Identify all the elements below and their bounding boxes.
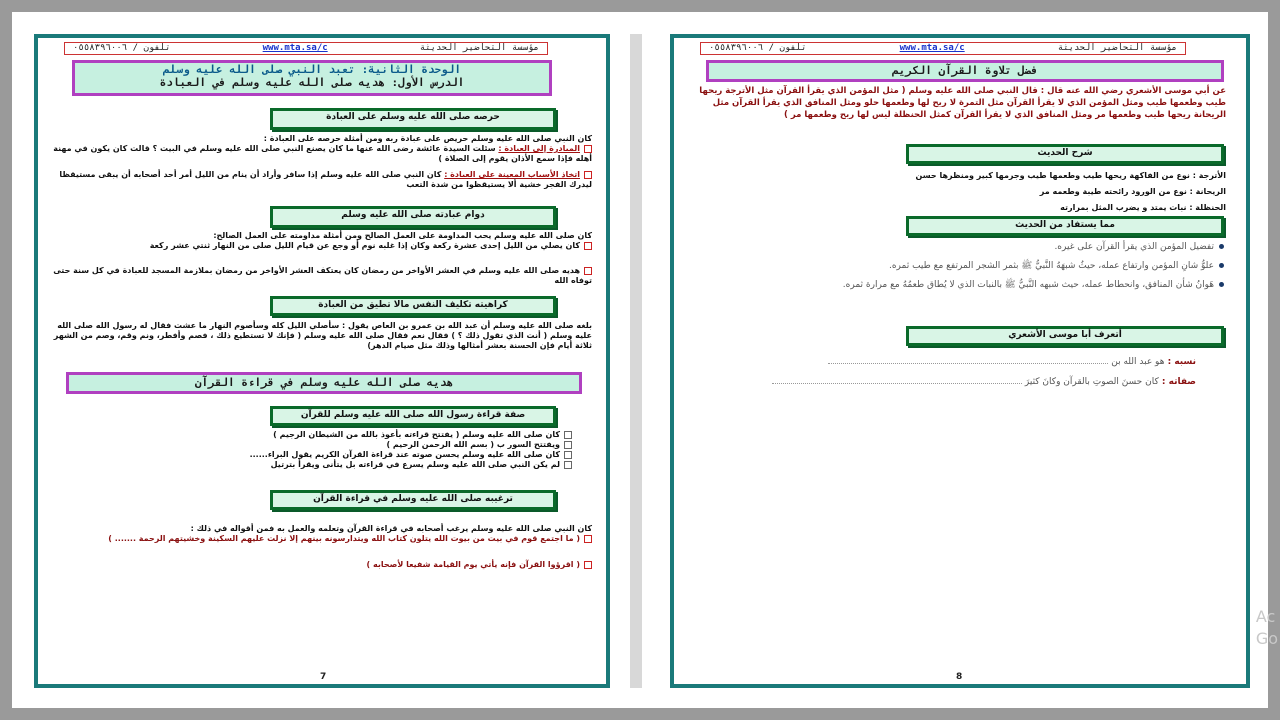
unit-title-box: الوحدة الثانية: تعبد النبي صلى الله عليه… [72,60,552,96]
header-phone: تلفون / ٠٥٥٨٣٩٦٠٠٦ [73,43,171,53]
list-item: كان صلى الله عليه وسلم يحسن صوته عند قرا… [52,450,572,460]
paragraph: كان النبي صلى الله عليه وسلم يرغب أصحابه… [190,524,592,533]
watermark-text: Ac Go [1256,606,1278,650]
header-org: مؤسسة التحاضير الحديثة [1057,43,1177,53]
bullet-item: ( ما اجتمع قوم في بيت من بيوت الله يتلون… [52,534,592,544]
benefits-list: تفضيل المؤمن الذي يقرأ القرآن على غيره. … [696,240,1224,293]
list-item-text: تفضيل المؤمن الذي يقرأ القرآن على غيره. [1054,242,1214,252]
bullet-icon [584,560,592,569]
list-item: تفضيل المؤمن الذي يقرأ القرآن على غيره. [696,240,1224,255]
header-site-link[interactable]: www.mta.sa/c [263,43,328,54]
page-number: 8 [956,672,963,682]
bio-line: نسبه : هو عبد الله بن [696,352,1196,372]
bullet-icon [1219,244,1224,249]
list-item: الحنظلة : نبات يمتد و يضرب المثل بمرارته [1060,203,1226,212]
checkbox-list: كان صلى الله عليه وسلم ( يفتتح قراءته بأ… [52,430,572,470]
bullet-item: هديه صلى الله عليه وسلم في العشر الأواخر… [52,266,592,286]
paragraph: كان النبي صلى الله عليه وسلم حريص على عب… [263,134,592,143]
section-heading: مما يستفاد من الحديث [906,216,1224,236]
watermark-line: Ac [1255,607,1276,626]
section-title: فضل تلاوة القرآن الكريم [892,64,1038,77]
list-item-text: علوُّ شانِ المؤمن وارتفاع عمله، حيثُ شبه… [888,261,1214,271]
list-item: لم يكن النبي صلى الله عليه وسلم يسرع في … [52,460,572,470]
list-item: كان صلى الله عليه وسلم ( يفتتح قراءته بأ… [52,430,572,440]
bullet-icon [584,144,592,153]
section-heading: حرصه صلى الله عليه وسلم على العبادة [270,108,556,130]
watermark-line: Go [1255,629,1278,648]
list-item-text: كان صلى الله عليه وسلم ( يفتتح قراءته بأ… [273,430,560,439]
header-site-link[interactable]: www.mta.sa/c [900,43,965,54]
bio-value: هو عبد الله بن [1111,357,1165,367]
lesson-title: الدرس الأول: هديه صلى الله عليه وسلم في … [159,76,465,89]
section-heading: كراهيته تكليف النفس مالا تطيق من العبادة [270,296,556,316]
list-item: هَوانُ شأن المنافق، وانحطاط عمله، حيث شب… [696,278,1224,293]
book-spine [630,34,642,688]
paragraph: كان صلى الله عليه وسلم يحب المداومة على … [213,231,592,240]
section-heading: شرح الحديث [906,144,1224,164]
bullet-item: كان يصلي من الليل إحدى عشرة ركعة وكان إذ… [52,241,592,251]
header-org: مؤسسة التحاضير الحديثة [419,43,539,53]
list-item: الأترجة : نوع من الفاكهة ريحها طيب وطعمه… [915,171,1226,180]
section-heading: أتعرف أبا موسى الأشعري [906,326,1224,346]
bullet-icon [584,241,592,250]
bullet-label: اتخاذ الأسباب المعينة على العبادة : [444,170,580,179]
page-header: تلفون / ٠٥٥٨٣٩٦٠٠٦ www.mta.sa/c مؤسسة ال… [64,42,548,55]
section-title-box: فضل تلاوة القرآن الكريم [706,60,1224,82]
section-heading: صفة قراءة رسول الله صلى الله عليه وسلم ل… [270,406,556,426]
bullet-icon [584,534,592,543]
bullet-item: اتخاذ الأسباب المعينة على العبادة : كان … [52,170,592,190]
page-header: تلفون / ٠٥٥٨٣٩٦٠٠٦ www.mta.sa/c مؤسسة ال… [700,42,1186,55]
unit-title: الوحدة الثانية: تعبد النبي صلى الله عليه… [162,63,461,76]
bullet-icon [584,266,592,275]
list-item-text: هَوانُ شأن المنافق، وانحطاط عمله، حيث شب… [842,280,1214,290]
paragraph: بلغه صلى الله عليه وسلم أن عبد الله بن ع… [53,321,592,350]
bullet-label: المبادرة إلى العبادة : [498,144,580,153]
checkbox-icon [564,450,572,459]
bio-value: كان حسنَ الصوتِ بالقرآن وكانَ كثيرَ [1024,377,1159,387]
bullet-icon [584,170,592,179]
bio-label: نسبه : [1167,357,1196,367]
bullet-icon [1219,263,1224,268]
page-right: تلفون / ٠٥٥٨٣٩٦٠٠٦ www.mta.sa/c مؤسسة ال… [670,34,1250,688]
list-item: علوُّ شانِ المؤمن وارتفاع عمله، حيثُ شبه… [696,259,1224,274]
checkbox-icon [564,430,572,439]
list-item: الريحانة : نوع من الورود رائحته طيبة وطع… [1039,187,1226,196]
fill-blank [828,363,1109,364]
list-item-text: لم يكن النبي صلى الله عليه وسلم يسرع في … [270,460,560,469]
list-item: ويفتتح السور ب ( بسم الله الرحمن الرحيم … [52,440,572,450]
bullet-icon [1219,282,1224,287]
unit-subtitle: هديه صلى الله عليه وسلم في قراءة القرآن [194,376,454,389]
section-heading: ترغيبه صلى الله عليه وسلم في قراءة القرآ… [270,490,556,510]
list-item-text: ويفتتح السور ب ( بسم الله الرحمن الرحيم … [386,440,560,449]
checkbox-icon [564,440,572,449]
page-number: 7 [320,672,327,682]
bullet-text: هديه صلى الله عليه وسلم في العشر الأواخر… [53,266,592,285]
bullet-text: كان يصلي من الليل إحدى عشرة ركعة وكان إذ… [149,241,580,250]
bullet-item: ( اقرؤوا القرآن فإنه يأتي يوم القيامة شف… [52,560,592,570]
bio-label: صفاته : [1161,377,1196,387]
bullet-text: ( ما اجتمع قوم في بيت من بيوت الله يتلون… [108,534,580,543]
fill-blank [771,383,1022,384]
unit-subtitle-box: هديه صلى الله عليه وسلم في قراءة القرآن [66,372,582,394]
bullet-item: المبادرة إلى العبادة : سئلت السيدة عائشة… [52,144,592,164]
section-heading: دوام عبادته صلى الله عليه وسلم [270,206,556,228]
header-phone: تلفون / ٠٥٥٨٣٩٦٠٠٦ [709,43,807,53]
checkbox-icon [564,460,572,469]
bio-line: صفاته : كان حسنَ الصوتِ بالقرآن وكانَ كث… [696,372,1196,392]
bullet-text: ( اقرؤوا القرآن فإنه يأتي يوم القيامة شف… [366,560,580,569]
explanation-list: الأترجة : نوع من الفاكهة ريحها طيب وطعمه… [696,168,1226,216]
bio-block: نسبه : هو عبد الله بن صفاته : كان حسنَ ا… [696,352,1196,392]
list-item-text: كان صلى الله عليه وسلم يحسن صوته عند قرا… [249,450,560,459]
hadith-text: عن أبي موسى الأشعري رضي الله عنه قال : ق… [699,86,1226,120]
page-left: تلفون / ٠٥٥٨٣٩٦٠٠٦ www.mta.sa/c مؤسسة ال… [34,34,610,688]
